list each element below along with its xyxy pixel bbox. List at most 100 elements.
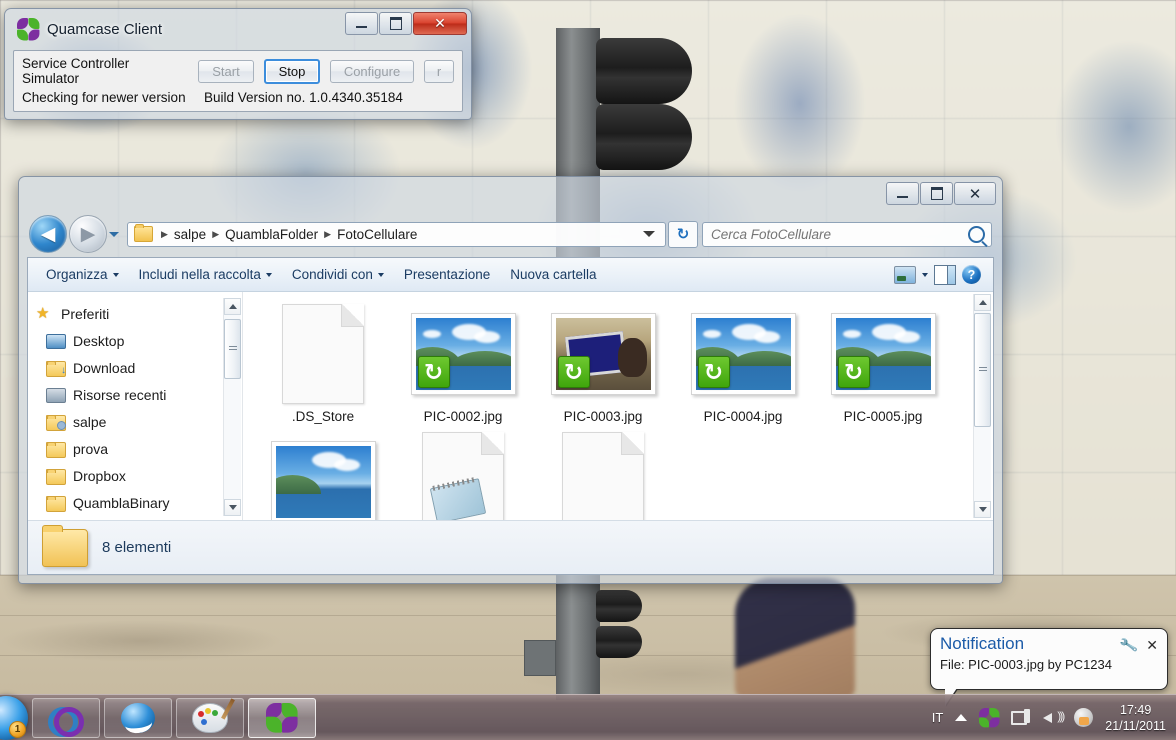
file-list-scrollbar[interactable] bbox=[973, 294, 991, 518]
scroll-track[interactable] bbox=[224, 315, 241, 499]
clock[interactable]: 17:49 21/11/2011 bbox=[1105, 702, 1170, 734]
sidebar-item-dropbox[interactable]: Dropbox bbox=[28, 462, 242, 489]
file-item-row2-photo[interactable] bbox=[253, 430, 393, 520]
folder-icon bbox=[42, 524, 88, 567]
sidebar-item-desktop[interactable]: Desktop bbox=[28, 327, 242, 354]
quamcase-titlebar[interactable]: Quamcase Client ✕ bbox=[5, 9, 471, 49]
wallpaper-utility-box bbox=[524, 640, 556, 676]
chevron-down-icon bbox=[377, 272, 384, 277]
notification-actions: 🔧 ✕ bbox=[1118, 635, 1158, 655]
address-dropdown-button[interactable] bbox=[637, 231, 661, 237]
stop-button[interactable]: Stop bbox=[264, 58, 320, 84]
file-item-pic-0002[interactable]: ↻ PIC-0002.jpg bbox=[393, 302, 533, 424]
toolbar-includi-nella-raccolta[interactable]: Includi nella raccolta bbox=[129, 264, 282, 285]
sidebar-item-quamblabinary[interactable]: QuamblaBinary bbox=[28, 489, 242, 516]
sync-badge-icon: ↻ bbox=[697, 356, 730, 388]
sidebar-item-label: prova bbox=[73, 440, 109, 457]
scroll-up-button[interactable] bbox=[224, 298, 241, 315]
help-icon[interactable]: ? bbox=[962, 265, 981, 284]
explorer-titlebar[interactable]: ✕ bbox=[19, 177, 1002, 211]
file-items-container: .DS_Store ↻ PIC-0002.jpg ↻ PIC-0003.jpg … bbox=[243, 292, 993, 520]
extra-button[interactable]: r bbox=[424, 59, 454, 83]
scroll-thumb[interactable] bbox=[974, 313, 991, 427]
taskbar-button-quamcase-client[interactable] bbox=[248, 697, 316, 738]
close-button[interactable]: ✕ bbox=[413, 12, 467, 35]
breadcrumb-item-fotocellulare[interactable]: FotoCellulare bbox=[335, 227, 419, 242]
minimize-button[interactable] bbox=[886, 182, 919, 205]
network-icon[interactable] bbox=[1011, 709, 1031, 726]
chevron-down-icon[interactable] bbox=[922, 272, 928, 277]
refresh-button[interactable]: ↻ bbox=[668, 220, 698, 248]
toolbar-condividi-con[interactable]: Condividi con bbox=[282, 264, 394, 285]
view-options-icon[interactable] bbox=[894, 265, 916, 284]
address-bar[interactable]: ▶ salpe ▶ QuamblaFolder ▶ FotoCellulare bbox=[127, 221, 666, 247]
flower-icon bbox=[16, 18, 40, 40]
sidebar-item-download[interactable]: ↓ Download bbox=[28, 354, 242, 381]
taskbar-button-infinity-app[interactable] bbox=[32, 697, 100, 738]
search-input[interactable] bbox=[709, 225, 968, 243]
scroll-down-button[interactable] bbox=[974, 501, 991, 518]
toolbar-organizza[interactable]: Organizza bbox=[36, 264, 129, 285]
infinity-icon bbox=[48, 706, 84, 737]
file-thumbnail bbox=[282, 302, 364, 406]
scroll-up-button[interactable] bbox=[974, 294, 991, 311]
notification-toast[interactable]: Notification 🔧 ✕ File: PIC-0003.jpg by P… bbox=[930, 628, 1168, 690]
sidebar-item-risorse-recenti[interactable]: Risorse recenti bbox=[28, 381, 242, 408]
sidebar-item-prova[interactable]: prova bbox=[28, 435, 242, 462]
forward-arrow-icon: ▶ bbox=[80, 223, 96, 245]
recent-locations-button[interactable] bbox=[107, 216, 121, 252]
configure-button[interactable]: Configure bbox=[330, 59, 414, 83]
toolbar-presentazione[interactable]: Presentazione bbox=[394, 264, 500, 285]
volume-icon[interactable] bbox=[1042, 709, 1063, 727]
chevron-down-icon bbox=[112, 272, 119, 277]
toolbar-nuova-cartella[interactable]: Nuova cartella bbox=[500, 264, 606, 285]
quamcase-body: Service Controller Simulator Start Stop … bbox=[13, 50, 463, 112]
minimize-button[interactable] bbox=[345, 12, 378, 35]
scroll-track[interactable] bbox=[974, 311, 991, 501]
wallpaper-traffic-lamp bbox=[596, 626, 642, 658]
breadcrumb-item-salpe[interactable]: salpe bbox=[172, 227, 208, 242]
language-indicator[interactable]: IT bbox=[932, 710, 944, 725]
quamcase-controls-row: Service Controller Simulator Start Stop … bbox=[22, 56, 454, 86]
quamcase-client-window[interactable]: Quamcase Client ✕ Service Controller Sim… bbox=[4, 8, 472, 120]
wrench-icon[interactable]: 🔧 bbox=[1118, 635, 1139, 655]
maximize-button[interactable] bbox=[379, 12, 412, 35]
breadcrumb-item-quamblafolder[interactable]: QuamblaFolder bbox=[223, 227, 320, 242]
file-item-ds-store[interactable]: .DS_Store bbox=[253, 302, 393, 424]
file-list-pane[interactable]: .DS_Store ↻ PIC-0002.jpg ↻ PIC-0003.jpg … bbox=[243, 292, 993, 520]
start-button[interactable]: 1 bbox=[0, 695, 28, 740]
navigation-pane-scrollbar[interactable] bbox=[223, 298, 241, 516]
taskbar: 1 IT 17:49 21/11/2011 bbox=[0, 694, 1176, 740]
sidebar-item-preferiti[interactable]: ★ Preferiti bbox=[28, 300, 242, 327]
file-thumbnail: ↻ bbox=[690, 302, 796, 406]
clock-time: 17:49 bbox=[1120, 702, 1152, 717]
taskbar-button-internet-explorer[interactable] bbox=[104, 697, 172, 738]
tray-flower-icon[interactable] bbox=[978, 707, 1000, 728]
file-item-row2-document[interactable] bbox=[533, 430, 673, 520]
scroll-thumb[interactable] bbox=[224, 319, 241, 379]
action-center-icon[interactable] bbox=[1074, 708, 1094, 727]
file-name-label: PIC-0005.jpg bbox=[843, 409, 923, 424]
taskbar-button-paint[interactable] bbox=[176, 697, 244, 738]
close-button[interactable]: ✕ bbox=[954, 182, 996, 205]
maximize-button[interactable] bbox=[920, 182, 953, 205]
scroll-down-button[interactable] bbox=[224, 499, 241, 516]
explorer-status-bar: 8 elementi bbox=[28, 520, 993, 574]
search-icon[interactable] bbox=[968, 225, 985, 243]
forward-button[interactable]: ▶ bbox=[69, 215, 107, 253]
file-item-row2-notepad[interactable] bbox=[393, 430, 533, 520]
start-button[interactable]: Start bbox=[198, 59, 254, 83]
folder-user-icon bbox=[46, 414, 66, 431]
file-item-pic-0003[interactable]: ↻ PIC-0003.jpg bbox=[533, 302, 673, 424]
preview-pane-icon[interactable] bbox=[934, 264, 956, 285]
search-box[interactable] bbox=[702, 221, 992, 247]
sidebar-item-salpe[interactable]: salpe bbox=[28, 408, 242, 435]
show-hidden-icons-button[interactable] bbox=[955, 714, 968, 721]
file-item-pic-0004[interactable]: ↻ PIC-0004.jpg bbox=[673, 302, 813, 424]
back-button[interactable]: ◀ bbox=[29, 215, 67, 253]
close-icon[interactable]: ✕ bbox=[1146, 637, 1158, 654]
explorer-window[interactable]: ✕ ◀ ▶ ▶ salpe ▶ QuamblaFolder ▶ FotoCell… bbox=[18, 176, 1003, 584]
file-item-pic-0005[interactable]: ↻ PIC-0005.jpg bbox=[813, 302, 953, 424]
toolbar-label: Organizza bbox=[46, 267, 108, 282]
chevron-down-icon bbox=[109, 231, 119, 237]
